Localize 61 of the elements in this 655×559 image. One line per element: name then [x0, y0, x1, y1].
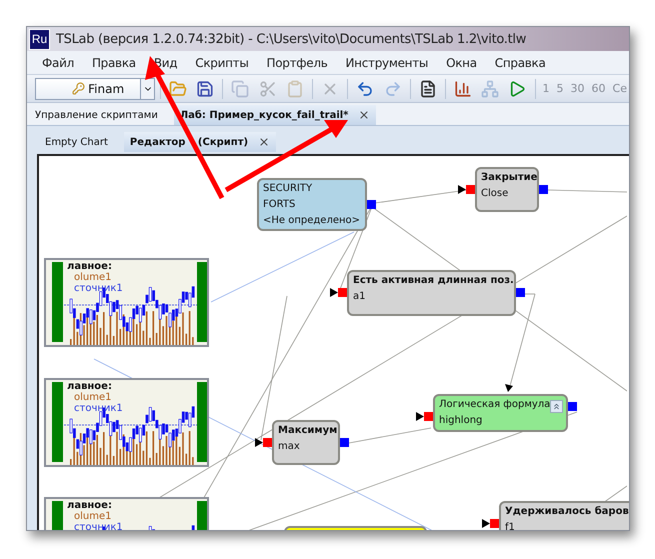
network-icon	[481, 80, 500, 98]
series-label: olume1	[74, 392, 112, 403]
block-node[interactable]: Есть активная длинная поз. a1	[347, 270, 516, 316]
menu-item[interactable]: Портфель	[258, 56, 336, 70]
key-icon	[72, 82, 86, 95]
collapse-icon[interactable]	[550, 400, 563, 413]
folder-icon	[169, 80, 188, 98]
series-label: лавное:	[67, 261, 112, 272]
save-icon	[196, 80, 214, 98]
document-icon	[418, 80, 437, 98]
scissors-icon	[258, 80, 277, 98]
formula-node[interactable]: Логическая формула highlong	[433, 394, 568, 432]
series-label: лавное:	[67, 500, 112, 511]
node-text: FORTS	[263, 199, 296, 210]
block-node[interactable]: Удерживалось баров f1	[499, 501, 629, 530]
dropdown-button[interactable]	[141, 78, 155, 100]
redo-icon	[384, 80, 402, 98]
series-label: olume1	[74, 511, 112, 522]
node-name: highlong	[439, 415, 484, 426]
menu-item[interactable]: Инструменты	[336, 56, 438, 70]
node-title: Удерживалось баров	[505, 506, 629, 517]
window-title: TSLab (версия 1.2.0.74:32bit) - C:\Users\vito\Documents\TSLab 1.2\vito.tlw	[56, 32, 526, 46]
menu-item[interactable]: Правка	[82, 56, 145, 70]
document-tab[interactable]: Лаб: Пример_кусок_fail_trail*	[174, 105, 376, 125]
series-label: лавное:	[67, 381, 112, 392]
node-title: Логическая формула	[439, 399, 550, 410]
series-label: olume1	[74, 272, 112, 283]
node-text: SECURITY	[263, 183, 314, 194]
bar-chart-icon	[454, 80, 472, 98]
node-title: Максимум	[278, 425, 334, 436]
menu-item[interactable]: Файл	[33, 56, 83, 70]
menu-item[interactable]: Окна	[437, 56, 486, 70]
connection-dropdown[interactable]: Finam	[35, 78, 142, 100]
input-port-icon[interactable]	[482, 519, 499, 528]
input-port-icon[interactable]	[330, 288, 347, 297]
document-tab[interactable]: Управление скриптами	[29, 105, 164, 125]
input-port-icon[interactable]	[255, 438, 272, 447]
menu-item[interactable]: Скрипты	[186, 56, 258, 70]
input-port-icon[interactable]	[416, 412, 433, 421]
play-icon	[508, 80, 526, 98]
clipboard-icon	[286, 80, 304, 98]
source-node[interactable]: SECURITY FORTS <Не определено>	[257, 178, 367, 231]
node-name: f1	[505, 522, 516, 530]
editor-tab[interactable]: Empty Chart	[39, 132, 114, 152]
series-label: сточник1	[74, 403, 123, 414]
node-name: Close	[481, 188, 510, 199]
node-name: max	[278, 441, 301, 452]
series-label: сточник1	[74, 283, 123, 294]
copy-icon	[231, 80, 250, 98]
node-text: <Не определено>	[263, 215, 361, 226]
menu-item[interactable]: Справка	[486, 56, 555, 70]
block-node[interactable]: Закрытие Close	[475, 167, 539, 212]
undo-icon	[356, 80, 374, 98]
series-label: сточник1	[74, 522, 123, 530]
input-port-icon[interactable]	[458, 185, 475, 194]
editor-tab[interactable]: Редактор (Скрипт)	[124, 132, 276, 152]
node-name: a1	[353, 291, 366, 302]
block-node[interactable]: Максимум max	[272, 420, 340, 465]
close-icon[interactable]	[358, 109, 370, 121]
app-icon: Ru	[29, 28, 50, 50]
close-icon[interactable]	[258, 136, 270, 148]
